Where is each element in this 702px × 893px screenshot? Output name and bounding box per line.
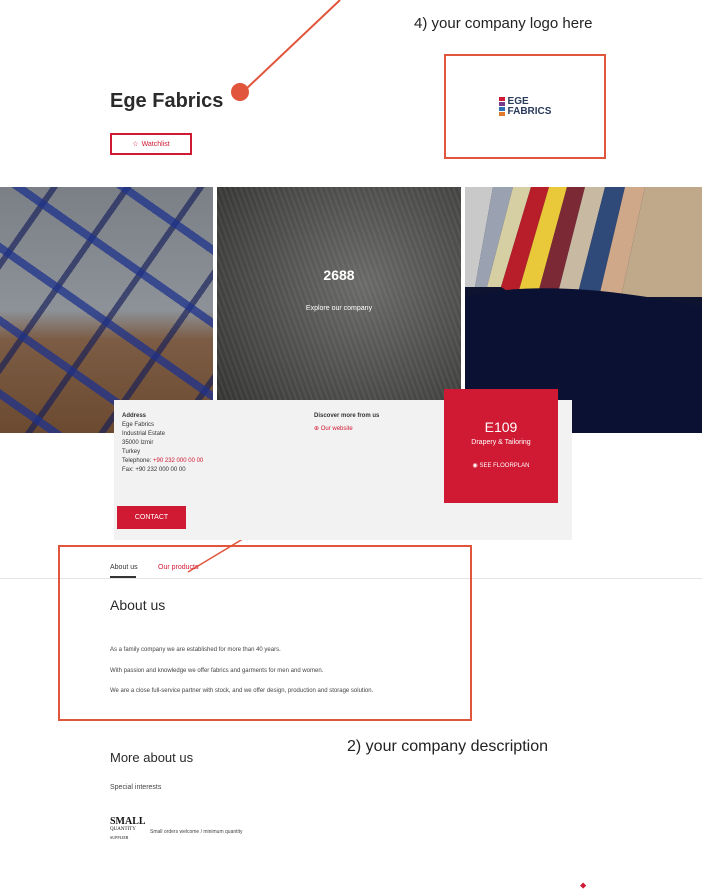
about-paragraph-2: With passion and knowledge we offer fabr… [110,668,324,674]
discover-block: Discover more from us ⊕ Our website [314,412,379,434]
logo-text-2: FABRICS [507,105,552,117]
fax-line: Fax: +90 232 000 00 00 [122,467,186,473]
stand-box: E109 Drapery & Tailoring ◉ SEE FLOORPLAN [444,389,558,503]
badge-line-2: QUANTITY [110,827,136,832]
telephone-line: Telephone: +90 232 000 00 00 [122,457,203,466]
special-interests-label: Special interests [110,784,162,791]
pin-icon: ◉ [472,463,478,469]
more-heading: More about us [110,750,194,765]
watchlist-label: Watchlist [141,140,170,148]
company-name: Ege Fabrics [110,90,224,112]
discover-heading: Discover more from us [314,413,380,419]
address-heading: Address [122,413,147,419]
stand-number: E109 [484,419,518,435]
floorplan-label: SEE FLOORPLAN [479,463,530,469]
website-label: Our website [320,426,353,432]
description-annotation-text: 2) your company description [347,738,548,755]
description-annotation-box [58,545,472,721]
address-block: Address Ege Fabrics Industrial Estate 35… [122,412,203,475]
badge-line-1: SMALL [110,816,146,827]
about-heading: About us [110,597,166,613]
badge-line-3: SUPPLIER [110,835,129,840]
badge-caption: Small orders welcome / minimum quantity [150,829,243,835]
telephone-label: Telephone: [122,458,152,464]
star-icon: ☆ [132,141,139,148]
logo-mark [498,97,505,116]
logo-annotation-text: 4) your company logo here [414,15,593,32]
contact-button[interactable]: CONTACT [117,506,186,529]
website-link[interactable]: ⊕ Our website [314,425,379,434]
logo-text-1: EGE [507,95,529,107]
company-logo: EGE FABRICS [498,95,552,117]
fabric-photo-center: 2688 Explore our company [217,187,461,433]
watchlist-button[interactable]: ☆ Watchlist [110,133,192,155]
about-paragraph-1: As a family company we are established f… [110,647,281,653]
annotation-dot-title [231,83,249,101]
floorplan-link[interactable]: ◉ SEE FLOORPLAN [444,462,558,469]
stand-category: Drapery & Tailoring [471,439,531,446]
address-line: Turkey [122,449,141,455]
feedback-icon[interactable]: ⬥ [580,880,586,891]
about-paragraph-3: We are a close full-service partner with… [110,688,374,694]
address-line: Industrial Estate [122,431,166,437]
hero-explore-link[interactable]: Explore our company [217,305,461,312]
fabric-photo-left [0,187,213,433]
telephone-link[interactable]: +90 232 000 00 00 [153,458,203,464]
company-logo-box: EGE FABRICS [444,54,606,159]
annotation-line-title [244,0,341,91]
address-line: 35000 Izmir [122,440,154,446]
hero-number: 2688 [323,267,355,283]
globe-icon: ⊕ [314,426,320,432]
small-quantity-badge: SMALL QUANTITY SUPPLIER [110,816,146,848]
address-line: Ege Fabrics [122,422,155,428]
